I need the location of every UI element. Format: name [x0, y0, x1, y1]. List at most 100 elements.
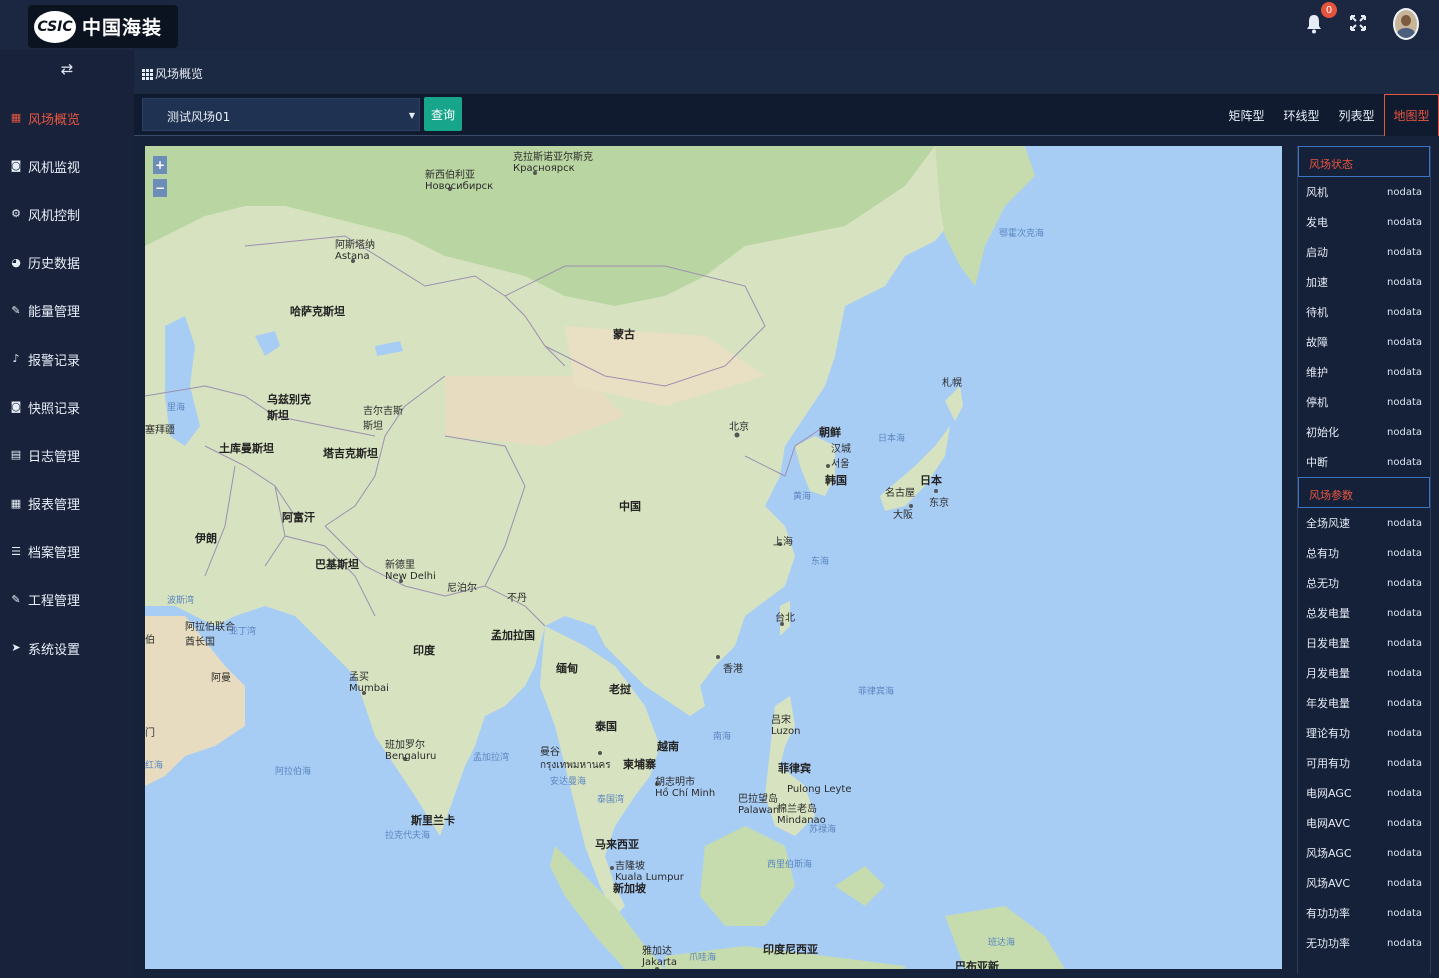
map-label-cambodia: 柬埔寨: [623, 758, 656, 771]
panel-row-value: nodata: [1387, 426, 1422, 438]
map-label-jakarta: 雅加达 Jakarta: [642, 946, 677, 968]
map-label-azerbaijan: 塞拜疆: [145, 425, 175, 436]
panel-row: 启动 nodata: [1298, 237, 1430, 267]
panel-row-label: 总无功: [1306, 577, 1339, 590]
sidebar-item-1[interactable]: ◙ 风机监视: [0, 142, 134, 190]
map-label-pakistan: 巴基斯坦: [315, 558, 359, 571]
panel-row-label: 理论有功: [1306, 727, 1350, 740]
sidebar-item-7[interactable]: ▤ 日志管理: [0, 431, 134, 479]
top-bar: CSIC 中国海装 0: [0, 0, 1439, 50]
map-label-south-korea: 韩国: [825, 474, 847, 487]
map-label-uzbekistan: 乌兹别克斯坦: [267, 393, 311, 422]
zoom-controls: + −: [153, 156, 167, 202]
sidebar-item-9[interactable]: ☰ 档案管理: [0, 528, 134, 576]
map-label-sea-philippine: 菲律宾海: [858, 687, 895, 697]
panel-row-label: 总有功: [1306, 547, 1339, 560]
panel-row-value: nodata: [1387, 907, 1422, 919]
view-tab-0[interactable]: 矩阵型: [1219, 94, 1274, 136]
wind-farm-select-value: 测试风场01: [167, 110, 231, 124]
view-tab-3[interactable]: 地图型: [1384, 94, 1439, 136]
panel-row: 中断 nodata: [1298, 447, 1430, 477]
panel-row: 总无功 nodata: [1298, 568, 1430, 598]
list-icon: ☰: [11, 544, 21, 558]
panel-row-value: nodata: [1387, 757, 1422, 769]
sidebar-item-5[interactable]: ♪ 报警记录: [0, 335, 134, 383]
panel-row-value: nodata: [1387, 517, 1422, 529]
panel-row-value: nodata: [1387, 847, 1422, 859]
map-label-men: 门: [145, 728, 155, 739]
panel-row: 理论有功 nodata: [1298, 718, 1430, 748]
table-icon: ▦: [10, 496, 22, 510]
map-view[interactable]: + − 新西伯利亚 Новосибирск 克拉斯诺亚尔斯克 Красноярск …: [145, 146, 1282, 969]
map-label-astana: 阿斯塔纳 Astana: [335, 240, 375, 262]
panel-row-value: nodata: [1387, 697, 1422, 709]
wind-farm-select[interactable]: 测试风场01 ▼: [142, 98, 420, 131]
map-label-krasnoyarsk: 克拉斯诺亚尔斯克 Красноярск: [513, 152, 593, 174]
panel-row: 月发电量 nodata: [1298, 658, 1430, 688]
sidebar-item-11[interactable]: ➤ 系统设置: [0, 624, 134, 672]
sidebar-item-2[interactable]: ⚙ 风机控制: [0, 190, 134, 238]
map-label-sulu: 苏禄海: [809, 825, 837, 835]
panel-row: 加速 nodata: [1298, 267, 1430, 297]
camera-icon: ◙: [10, 159, 22, 173]
sidebar-item-0[interactable]: ▦ 风场概览: [0, 94, 134, 142]
query-button[interactable]: 查询: [424, 97, 462, 131]
sidebar-item-label: 历史数据: [28, 257, 81, 273]
panel-row: 可用有功 nodata: [1298, 748, 1430, 778]
sidebar-item-4[interactable]: ✎ 能量管理: [0, 287, 134, 335]
map-label-myanmar: 缅甸: [556, 662, 578, 675]
map-label-sea-japan: 日本海: [878, 434, 906, 444]
panel-row: 风机 nodata: [1298, 177, 1430, 207]
map-label-japan: 日本: [920, 474, 942, 487]
fullscreen-icon[interactable]: [1349, 14, 1367, 32]
gear-icon: ⚙: [11, 207, 21, 221]
sidebar-item-label: 快照记录: [28, 401, 81, 417]
map-label-bengaluru: 班加罗尔 Bengaluru: [385, 740, 437, 762]
map-label-sea-java: 爪哇海: [689, 953, 717, 963]
sidebar-item-label: 风机监视: [28, 160, 81, 176]
view-tabs: 矩阵型 环线型 列表型 地图型: [1219, 94, 1439, 136]
sidebar-item-8[interactable]: ▦ 报表管理: [0, 480, 134, 528]
panel-row-value: nodata: [1387, 456, 1422, 468]
map-label-tokyo: 东京: [929, 498, 949, 509]
sidebar-item-label: 报表管理: [28, 498, 81, 514]
zoom-in-button[interactable]: +: [153, 156, 167, 174]
zoom-out-button[interactable]: −: [153, 179, 167, 197]
sidebar-toggle-icon[interactable]: ⇄: [58, 60, 76, 78]
panel-row: 发电 nodata: [1298, 207, 1430, 237]
panel-row-value: nodata: [1387, 577, 1422, 589]
toolbar: 测试风场01 ▼ 查询 矩阵型 环线型 列表型 地图型: [134, 94, 1439, 136]
panel-row-label: 维护: [1306, 366, 1328, 379]
panel-row: 电网AVC nodata: [1298, 808, 1430, 838]
bell-icon[interactable]: [1305, 14, 1323, 34]
panel-row-value: nodata: [1387, 306, 1422, 318]
grid-icon: [142, 68, 153, 80]
view-tab-1[interactable]: 环线型: [1274, 94, 1329, 136]
map-label-bhutan: 不丹: [507, 593, 527, 604]
panel-row: 总发电量 nodata: [1298, 598, 1430, 628]
logo[interactable]: CSIC 中国海装: [28, 5, 178, 48]
map-label-palawan: 巴拉望岛 Palawan: [738, 794, 780, 816]
panel-row-label: 中断: [1306, 456, 1328, 469]
sidebar-item-label: 报警记录: [28, 353, 81, 369]
map-label-aden: 亚丁湾: [229, 627, 257, 637]
map-label-sea-persian: 波斯湾: [167, 596, 195, 606]
map-label-kazakhstan: 哈萨克斯坦: [290, 305, 345, 318]
sidebar-item-6[interactable]: ◙ 快照记录: [0, 383, 134, 431]
panel-row-label: 电网AGC: [1306, 787, 1352, 800]
sidebar-item-10[interactable]: ✎ 工程管理: [0, 576, 134, 624]
map-label-sea-caspian: 里海: [167, 403, 186, 413]
panel-row-label: 故障: [1306, 336, 1328, 349]
panel-row-value: nodata: [1387, 877, 1422, 889]
sidebar-item-3[interactable]: ◕ 历史数据: [0, 239, 134, 287]
view-tab-2[interactable]: 列表型: [1329, 94, 1384, 136]
panel-row-value: nodata: [1387, 276, 1422, 288]
map-label-papua: 巴布亚新: [955, 960, 999, 969]
panel-row: 风场AVC nodata: [1298, 868, 1430, 898]
map-label-sea-okhotsk: 鄂霍次克海: [999, 229, 1045, 239]
map-label-sea-andaman: 安达曼海: [550, 777, 587, 787]
map-label-malaysia: 马来西亚: [595, 838, 639, 851]
sidebar-item-label: 系统设置: [28, 642, 81, 658]
avatar[interactable]: [1393, 8, 1419, 40]
pie-chart-icon: ◕: [11, 255, 21, 269]
